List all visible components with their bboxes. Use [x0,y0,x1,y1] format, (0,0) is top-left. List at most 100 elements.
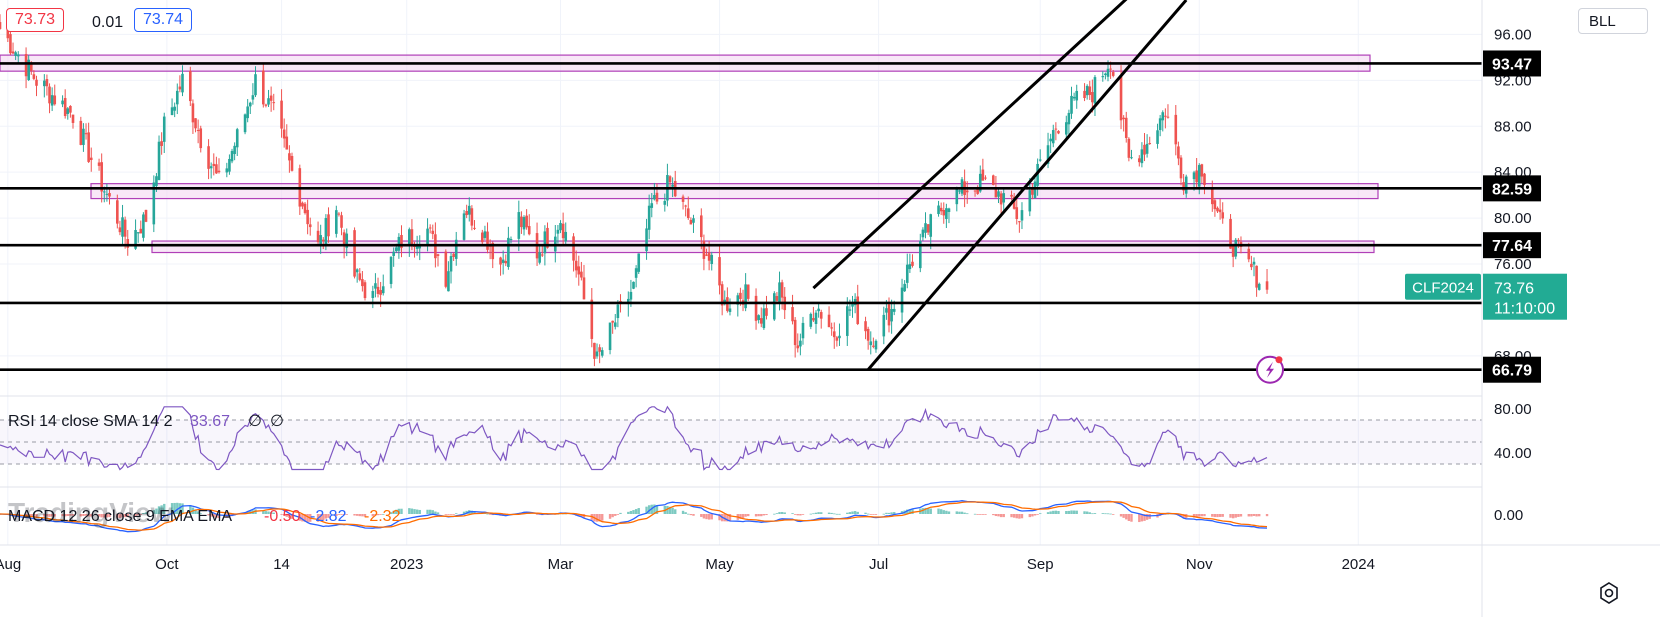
rsi-tick-label: 80.00 [1494,401,1532,418]
price-chart[interactable]: RSI 14 close SMA 14 2 33.67 ∅ ∅ 80.00 40.00 T… [0,0,1660,617]
macd-histogram-bar [926,508,930,514]
candle-body [228,158,231,172]
macd-histogram-bar [486,513,489,515]
candle-body [559,223,562,231]
candle-body [144,209,148,222]
candle-body [230,150,234,162]
macd-histogram-bar [702,514,706,519]
candle-body [600,350,604,356]
macd-histogram-bar [1093,513,1097,514]
macd-histogram-bar [783,512,786,514]
candle-body [1075,90,1079,101]
y-tick-label: 80.00 [1494,210,1532,227]
candle-body [87,132,90,162]
candle-body [973,190,977,192]
candle-body [718,257,721,286]
candle-body [1216,207,1219,212]
macd-histogram-bar [449,514,453,515]
candle-body [48,86,51,104]
x-tick-label: Oct [155,556,179,573]
macd-histogram-bar [1002,514,1005,518]
macd-histogram-bar [780,511,784,514]
macd-histogram-bar [882,513,885,515]
macd-histogram-bar [444,514,448,515]
candle-body [428,227,432,229]
macd-histogram-bar [754,514,758,517]
candle-body [999,193,1003,205]
candle-body [710,254,714,265]
candle-body [1119,76,1123,121]
macd-histogram-bar [611,514,614,518]
candle-body [1067,112,1071,125]
macd-histogram-bar [864,512,867,514]
candle-body [647,205,651,230]
macd-histogram-bar [1106,513,1110,515]
gear-icon[interactable] [1598,582,1620,604]
candle-body [1002,193,1006,203]
candle-body [1213,200,1217,210]
candle-body [264,104,268,106]
ask-price-tag[interactable]: 73.74 [134,8,193,32]
macd-histogram-bar [1234,514,1237,518]
macd-histogram-bar [1065,511,1068,514]
macd-histogram-bar [955,511,958,514]
horizontal-levels[interactable] [0,62,1482,372]
candle-body [426,228,429,246]
candle-body [947,208,951,213]
candle-body [885,308,888,313]
candle-body [392,251,395,256]
candle-body [809,313,813,327]
candle-body [61,100,64,105]
candle-body [905,264,909,283]
candle-body [355,269,359,273]
macd-histogram-bar [1112,514,1115,515]
candle-body [650,203,654,208]
candle-body [981,169,985,181]
candle-body [838,335,841,339]
macd-histogram-bar [994,514,998,517]
candle-body [754,295,758,321]
macd-histogram-bar [984,514,987,515]
macd-histogram-bar [426,509,429,514]
candle-body [173,106,176,111]
candle-body [84,133,88,135]
candle-body [123,219,127,237]
macd-histogram-bar [976,514,979,515]
level-price-label: 66.79 [1492,363,1532,380]
candle-body [483,231,487,238]
macd-histogram-bar [413,509,416,514]
candle-body [702,240,706,259]
macd-histogram-bar [684,512,687,514]
candle-body [282,129,286,139]
candle-body [499,257,502,265]
macd-histogram-bar [796,514,799,516]
macd-histogram-bar [1122,514,1125,518]
macd-histogram-bar [408,508,411,514]
candle-body [1020,210,1024,221]
rsi-value: 33.67 [190,413,230,430]
candle-body [1101,76,1105,78]
candle-body [817,308,820,312]
macd-histogram-bar [1036,514,1039,515]
candle-body [97,162,101,166]
macd-histogram-bar [775,513,779,515]
macd-histogram-bar [1221,514,1224,517]
candle-body [462,213,466,240]
y-tick-label: 88.00 [1494,118,1532,135]
candle-body [35,79,38,86]
macd-histogram-bar [1015,514,1018,519]
scale-mode-button[interactable]: BLL [1578,8,1648,34]
candle-body [431,230,435,235]
bid-price-tag[interactable]: 73.73 [6,8,65,32]
candle-body [1145,143,1149,154]
macd-histogram-bar [773,513,776,515]
macd-histogram-bar [835,513,839,515]
candle-body [209,166,213,169]
candle-body [248,102,252,107]
candle-body [1210,188,1214,205]
macd-histogram-bar [1237,514,1240,517]
candle-body [595,351,599,357]
macd-histogram-bar [872,514,875,515]
candle-body [707,252,711,261]
candle-body [1106,68,1110,77]
